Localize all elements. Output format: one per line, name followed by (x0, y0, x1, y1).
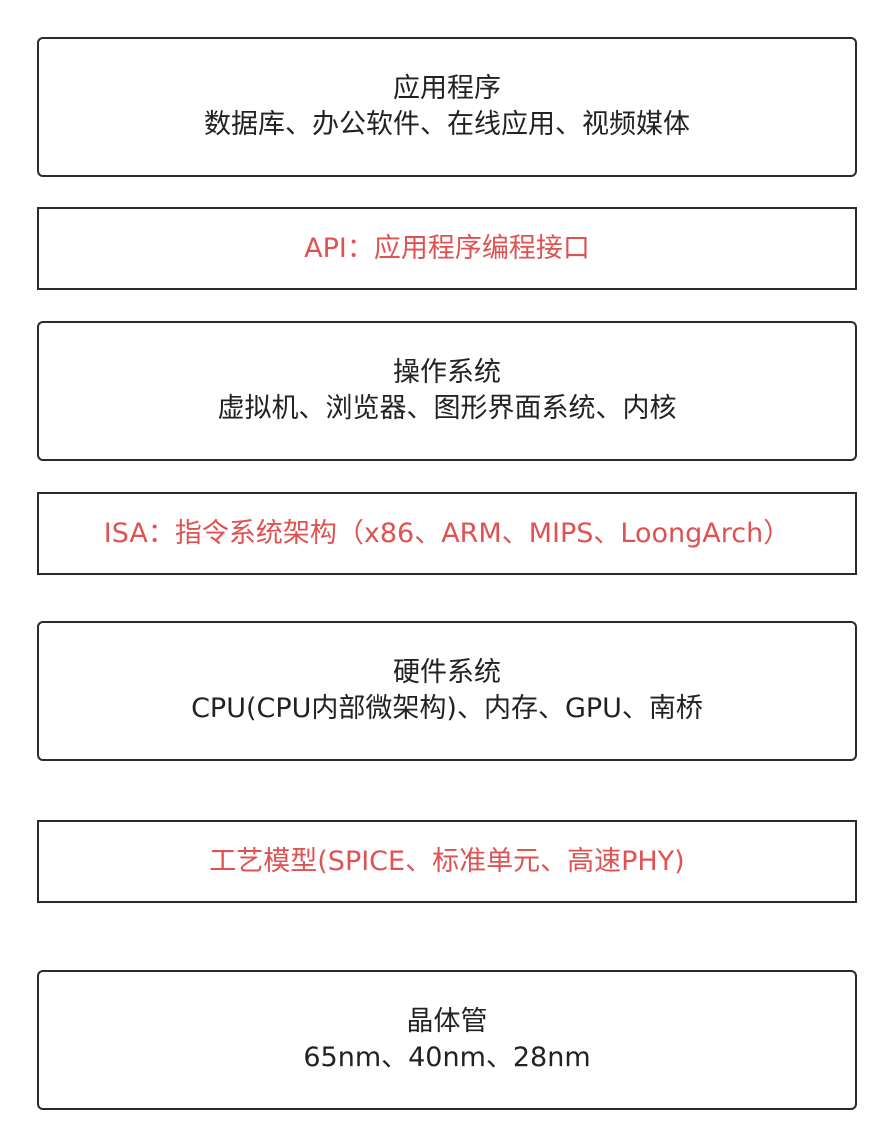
layer-hardware: 硬件系统 CPU(CPU内部微架构)、内存、GPU、南桥 (37, 621, 857, 761)
layer-operating-system: 操作系统 虚拟机、浏览器、图形界面系统、内核 (37, 321, 857, 461)
layer-api: API：应用程序编程接口 (37, 207, 857, 290)
transistor-desc: 65nm、40nm、28nm (303, 1042, 591, 1073)
applications-desc: 数据库、办公软件、在线应用、视频媒体 (204, 109, 690, 140)
isa-label: ISA：指令系统架构（x86、ARM、MIPS、LoongArch） (103, 517, 791, 549)
hardware-desc: CPU(CPU内部微架构)、内存、GPU、南桥 (191, 693, 703, 724)
os-title: 操作系统 (393, 357, 501, 388)
applications-title: 应用程序 (393, 73, 501, 104)
layer-transistor: 晶体管 65nm、40nm、28nm (37, 970, 857, 1110)
layer-process-model: 工艺模型(SPICE、标准单元、高速PHY) (37, 820, 857, 903)
os-desc: 虚拟机、浏览器、图形界面系统、内核 (217, 393, 677, 424)
layer-isa: ISA：指令系统架构（x86、ARM、MIPS、LoongArch） (37, 492, 857, 575)
transistor-title: 晶体管 (406, 1006, 488, 1037)
hardware-title: 硬件系统 (393, 657, 501, 688)
process-model-label: 工艺模型(SPICE、标准单元、高速PHY) (209, 845, 685, 877)
api-label: API：应用程序编程接口 (304, 232, 590, 264)
layer-applications: 应用程序 数据库、办公软件、在线应用、视频媒体 (37, 37, 857, 177)
